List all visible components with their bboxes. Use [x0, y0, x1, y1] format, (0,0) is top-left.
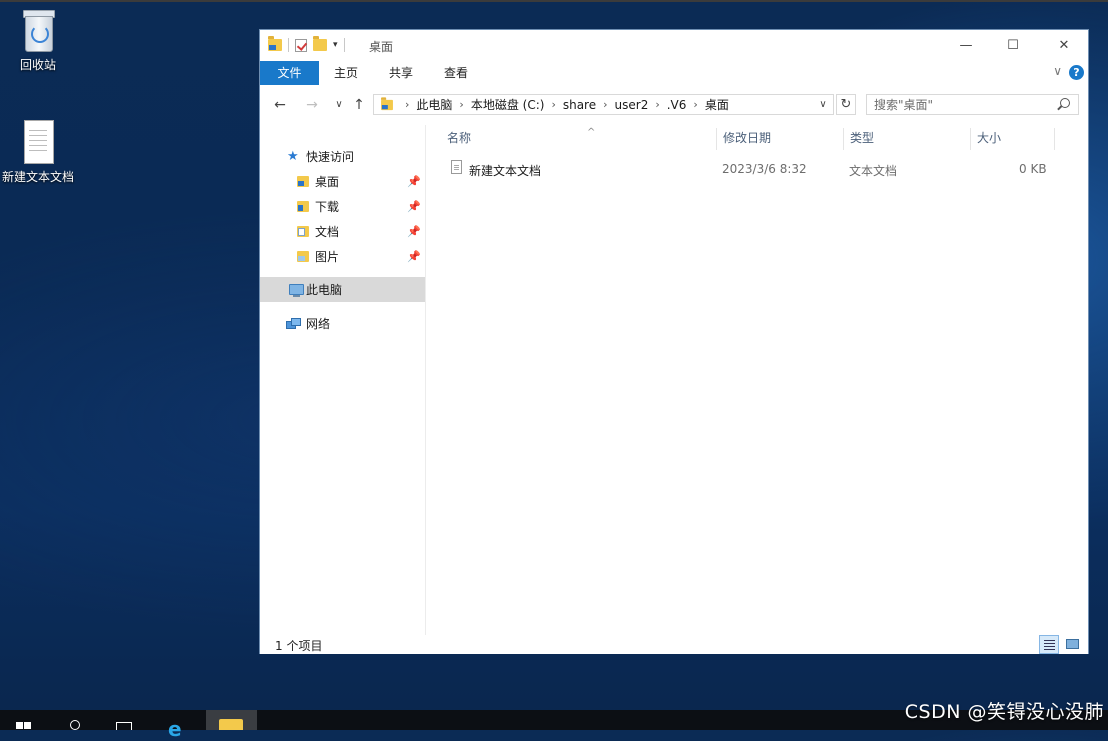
file-name: 新建文本文档: [469, 164, 542, 178]
nav-pinned-downloads[interactable]: 下载 📌: [260, 194, 425, 219]
up-button[interactable]: ↑: [350, 96, 368, 114]
file-type: 文本文档: [849, 164, 898, 178]
refresh-button[interactable]: ↻: [836, 94, 856, 115]
search-input[interactable]: [874, 95, 1054, 114]
breadcrumb-v6[interactable]: .V6: [667, 98, 687, 112]
breadcrumb-separator: ›: [405, 98, 410, 111]
desktop-folder-icon: [297, 176, 309, 187]
pin-icon[interactable]: 📌: [407, 200, 421, 213]
nav-network[interactable]: 网络: [260, 311, 425, 336]
pin-icon[interactable]: 📌: [407, 225, 421, 238]
search-box[interactable]: [866, 94, 1079, 115]
recycle-bin-icon: [21, 8, 55, 52]
explorer-folder-icon: [268, 36, 282, 51]
file-list: 名称 ^ 修改日期 类型 大小 新建文本文档 2023/3/6 8:32 文本文…: [426, 125, 1088, 635]
minimize-button[interactable]: —: [943, 30, 989, 60]
desktop-icon-label: 回收站: [19, 58, 56, 72]
nav-pinned-desktop[interactable]: 桌面 📌: [260, 169, 425, 194]
file-explorer-window: ▾ 桌面 — ☐ ✕ 文件 主页 共享 查看 ∨ ? ← → ∨ ↑ › 此电脑…: [259, 29, 1089, 654]
text-file-icon: [451, 160, 462, 174]
forward-button[interactable]: →: [303, 96, 321, 114]
column-header-size[interactable]: 大小: [971, 125, 1054, 152]
tab-share[interactable]: 共享: [379, 61, 423, 85]
pictures-folder-icon: [297, 251, 309, 262]
pin-icon[interactable]: 📌: [407, 250, 421, 263]
tab-home[interactable]: 主页: [324, 61, 368, 85]
close-button[interactable]: ✕: [1041, 30, 1087, 60]
navigation-bar: ← → ∨ ↑ › 此电脑 › 本地磁盘 (C:) › share › user…: [260, 85, 1088, 125]
column-header-type[interactable]: 类型: [844, 125, 970, 152]
address-bar[interactable]: › 此电脑 › 本地磁盘 (C:) › share › user2 › .V6 …: [373, 94, 834, 115]
nav-label: 文档: [315, 225, 340, 239]
breadcrumb-separator[interactable]: ›: [551, 98, 555, 111]
breadcrumb-separator[interactable]: ›: [459, 98, 463, 111]
text-document-icon: [21, 120, 55, 164]
star-icon: ★: [287, 149, 299, 164]
nav-label: 图片: [315, 250, 340, 264]
breadcrumb-this-pc[interactable]: 此电脑: [416, 96, 452, 113]
file-explorer-icon: [219, 719, 243, 730]
customize-toolbar-chevron-icon[interactable]: ▾: [333, 40, 338, 50]
large-icons-view-button[interactable]: [1063, 635, 1083, 654]
properties-icon[interactable]: [295, 38, 307, 52]
breadcrumb-separator[interactable]: ›: [603, 98, 607, 111]
maximize-button[interactable]: ☐: [990, 30, 1036, 60]
desktop-icon-new-text-document[interactable]: 新建文本文档: [0, 120, 78, 185]
location-folder-icon: [381, 96, 393, 110]
breadcrumb-local-disk[interactable]: 本地磁盘 (C:): [471, 96, 545, 113]
column-header-label: 名称: [447, 131, 472, 145]
navigation-pane: ★ 快速访问 桌面 📌 下载 📌 文档 📌 图片 📌 此电脑 网络: [260, 125, 426, 635]
taskbar-search-icon[interactable]: [70, 720, 80, 730]
details-view-button[interactable]: [1039, 635, 1059, 654]
address-history-chevron-icon[interactable]: ∨: [815, 96, 831, 113]
status-bar: 1 个项目: [260, 635, 1088, 654]
desktop-icon-label: 新建文本文档: [1, 170, 74, 184]
file-modified: 2023/3/6 8:32: [722, 162, 807, 176]
taskbar-file-explorer[interactable]: [206, 710, 257, 730]
nav-label: 快速访问: [306, 150, 355, 164]
back-button[interactable]: ←: [271, 96, 289, 114]
title-bar[interactable]: ▾ 桌面 — ☐ ✕: [260, 30, 1088, 61]
task-view-icon[interactable]: [116, 722, 132, 730]
search-icon[interactable]: [1060, 98, 1070, 108]
breadcrumb-separator[interactable]: ›: [693, 98, 697, 111]
breadcrumb-share[interactable]: share: [563, 98, 596, 112]
network-icon: [286, 318, 301, 329]
internet-explorer-icon[interactable]: e: [168, 718, 190, 740]
tab-view[interactable]: 查看: [434, 61, 478, 85]
nav-label: 网络: [306, 317, 331, 331]
windows-start-icon[interactable]: [16, 722, 32, 730]
window-title: 桌面: [369, 40, 394, 54]
table-row[interactable]: 新建文本文档 2023/3/6 8:32 文本文档 0 KB: [441, 158, 1061, 182]
breadcrumb-user2[interactable]: user2: [615, 98, 649, 112]
nav-label: 此电脑: [306, 283, 343, 297]
nav-label: 下载: [315, 200, 340, 214]
expand-ribbon-chevron-icon[interactable]: ∨: [1053, 64, 1062, 78]
breadcrumb-separator[interactable]: ›: [655, 98, 659, 111]
sort-ascending-icon: ^: [587, 127, 596, 138]
column-header-modified[interactable]: 修改日期: [717, 125, 843, 152]
new-folder-icon[interactable]: [313, 36, 327, 51]
computer-icon: [289, 284, 304, 297]
nav-label: 桌面: [315, 175, 340, 189]
recent-locations-chevron-icon[interactable]: ∨: [330, 96, 348, 114]
item-count: 1 个项目: [275, 639, 323, 653]
help-icon[interactable]: ?: [1069, 65, 1084, 80]
nav-pinned-pictures[interactable]: 图片 📌: [260, 244, 425, 269]
documents-folder-icon: [297, 226, 309, 237]
ribbon-tabs: 文件 主页 共享 查看 ∨ ?: [260, 61, 1088, 85]
breadcrumb-desktop[interactable]: 桌面: [705, 96, 729, 113]
pin-icon[interactable]: 📌: [407, 175, 421, 188]
watermark: CSDN @笑锝没心没肺: [904, 701, 1104, 723]
screen-top-edge: [0, 0, 1108, 2]
tab-file[interactable]: 文件: [260, 61, 319, 85]
nav-this-pc[interactable]: 此电脑: [260, 277, 425, 302]
quick-access-toolbar: ▾: [268, 36, 345, 52]
file-size: 0 KB: [1019, 162, 1047, 176]
nav-quick-access[interactable]: ★ 快速访问: [260, 144, 425, 169]
downloads-folder-icon: [297, 201, 309, 212]
desktop-icon-recycle-bin[interactable]: 回收站: [0, 8, 78, 73]
column-header-name[interactable]: 名称 ^: [441, 125, 717, 152]
nav-pinned-documents[interactable]: 文档 📌: [260, 219, 425, 244]
